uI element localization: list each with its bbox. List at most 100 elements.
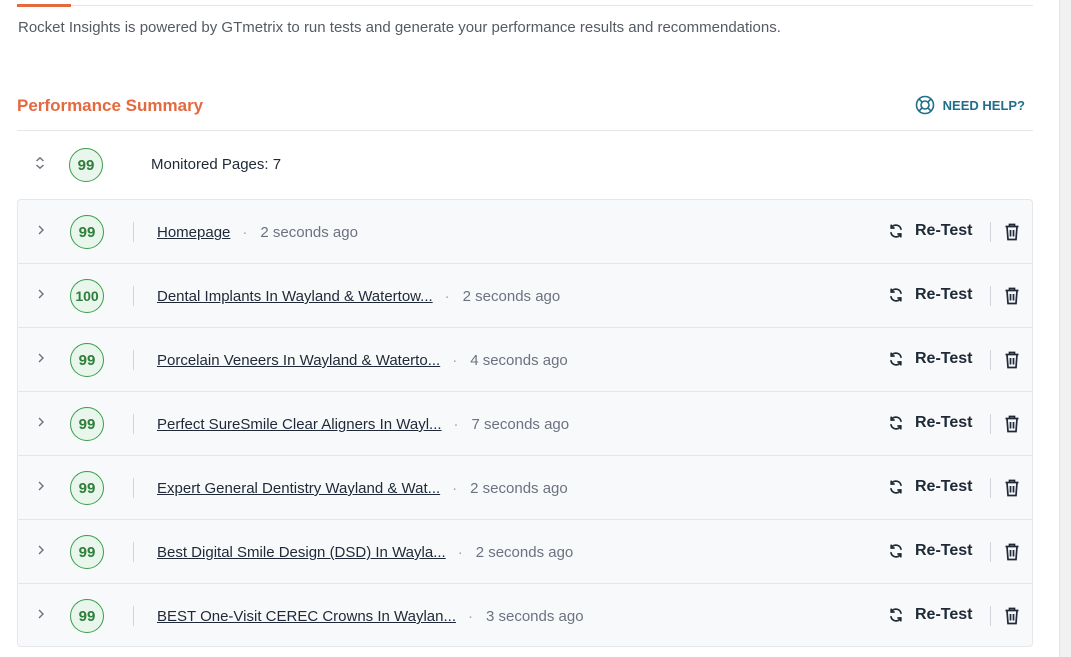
delete-button[interactable] — [1004, 415, 1020, 433]
chevron-right-icon — [36, 479, 46, 497]
lifebuoy-icon — [915, 95, 935, 115]
page-title-link[interactable]: Homepage — [157, 224, 230, 241]
action-divider — [990, 478, 991, 498]
collapse-toggle[interactable] — [32, 156, 48, 175]
active-tab-indicator — [17, 4, 71, 7]
refresh-icon — [888, 543, 904, 559]
overall-score-badge: 99 — [69, 148, 103, 182]
top-divider — [17, 5, 1033, 6]
row-divider — [133, 286, 134, 306]
row-divider — [133, 350, 134, 370]
refresh-icon — [888, 479, 904, 495]
expand-row-toggle[interactable] — [33, 288, 49, 304]
retest-label: Re-Test — [915, 286, 973, 303]
retest-button[interactable]: Re-Test — [888, 414, 973, 432]
chevron-right-icon — [36, 607, 46, 625]
summary-title: Performance Summary — [17, 96, 204, 115]
expand-row-toggle[interactable] — [33, 544, 49, 560]
row-divider — [133, 414, 134, 434]
retest-label: Re-Test — [915, 222, 973, 239]
trash-icon — [1004, 223, 1020, 241]
page-row: 99 Porcelain Veneers In Wayland & Watert… — [18, 328, 1032, 392]
page-score-badge: 100 — [70, 279, 104, 313]
delete-button[interactable] — [1004, 351, 1020, 369]
page-row: 99 Homepage · 2 seconds ago Re-Test — [18, 200, 1032, 264]
row-divider — [133, 542, 134, 562]
refresh-icon — [888, 223, 904, 239]
action-divider — [990, 286, 991, 306]
chevron-up-down-icon — [34, 156, 46, 175]
expand-row-toggle[interactable] — [33, 480, 49, 496]
separator-dot: · — [452, 352, 458, 369]
separator-dot: · — [444, 288, 450, 305]
page-score-badge: 99 — [70, 599, 104, 633]
monitored-summary-row: 99 Monitored Pages: 7 — [17, 131, 1033, 199]
page-title-link[interactable]: Expert General Dentistry Wayland & Wat..… — [157, 480, 440, 497]
trash-icon — [1004, 351, 1020, 369]
page-row: 99 BEST One-Visit CEREC Crowns In Waylan… — [18, 584, 1032, 646]
retest-button[interactable]: Re-Test — [888, 286, 973, 304]
separator-dot: · — [242, 224, 248, 241]
last-tested-time: 2 seconds ago — [475, 544, 574, 561]
need-help-link[interactable]: NEED HELP? — [915, 95, 1025, 115]
page-title-link[interactable]: Porcelain Veneers In Wayland & Waterto..… — [157, 352, 440, 369]
page-title-link[interactable]: Dental Implants In Wayland & Watertow... — [157, 288, 433, 305]
retest-label: Re-Test — [915, 478, 973, 495]
row-divider — [133, 606, 134, 626]
page-title-link[interactable]: BEST One-Visit CEREC Crowns In Waylan... — [157, 608, 456, 625]
retest-label: Re-Test — [915, 414, 973, 431]
last-tested-time: 2 seconds ago — [470, 480, 568, 497]
intro-text: Rocket Insights is powered by GTmetrix t… — [18, 19, 781, 36]
chevron-right-icon — [36, 287, 46, 305]
retest-button[interactable]: Re-Test — [888, 606, 973, 624]
separator-dot: · — [452, 480, 458, 497]
last-tested-time: 4 seconds ago — [470, 352, 568, 369]
delete-button[interactable] — [1004, 543, 1020, 561]
page-title-link[interactable]: Best Digital Smile Design (DSD) In Wayla… — [157, 544, 446, 561]
page-row: 99 Expert General Dentistry Wayland & Wa… — [18, 456, 1032, 520]
summary-header: Performance Summary NEED HELP? — [17, 85, 1033, 131]
chevron-right-icon — [36, 543, 46, 561]
retest-button[interactable]: Re-Test — [888, 542, 973, 560]
delete-button[interactable] — [1004, 223, 1020, 241]
trash-icon — [1004, 607, 1020, 625]
page-score-badge: 99 — [70, 471, 104, 505]
action-divider — [990, 222, 991, 242]
action-divider — [990, 542, 991, 562]
expand-row-toggle[interactable] — [33, 224, 49, 240]
page-title-link[interactable]: Perfect SureSmile Clear Aligners In Wayl… — [157, 416, 442, 433]
retest-button[interactable]: Re-Test — [888, 222, 973, 240]
expand-row-toggle[interactable] — [33, 352, 49, 368]
retest-label: Re-Test — [915, 606, 973, 623]
refresh-icon — [888, 351, 904, 367]
action-divider — [990, 606, 991, 626]
performance-page: Rocket Insights is powered by GTmetrix t… — [0, 0, 1071, 657]
chevron-right-icon — [36, 223, 46, 241]
delete-button[interactable] — [1004, 287, 1020, 305]
retest-button[interactable]: Re-Test — [888, 350, 973, 368]
retest-button[interactable]: Re-Test — [888, 478, 973, 496]
delete-button[interactable] — [1004, 479, 1020, 497]
expand-row-toggle[interactable] — [33, 416, 49, 432]
page-row: 99 Best Digital Smile Design (DSD) In Wa… — [18, 520, 1032, 584]
monitored-pages-count: Monitored Pages: 7 — [151, 156, 282, 173]
delete-button[interactable] — [1004, 607, 1020, 625]
row-divider — [133, 478, 134, 498]
action-divider — [990, 350, 991, 370]
page-score-badge: 99 — [70, 407, 104, 441]
trash-icon — [1004, 415, 1020, 433]
trash-icon — [1004, 479, 1020, 497]
separator-dot: · — [467, 608, 473, 625]
page-scrollbar[interactable] — [1059, 0, 1071, 657]
expand-row-toggle[interactable] — [33, 608, 49, 624]
monitored-pages-list: 99 Homepage · 2 seconds ago Re-Test 100 … — [17, 199, 1033, 647]
retest-label: Re-Test — [915, 350, 973, 367]
trash-icon — [1004, 287, 1020, 305]
refresh-icon — [888, 287, 904, 303]
page-score-badge: 99 — [70, 215, 104, 249]
page-row: 100 Dental Implants In Wayland & Waterto… — [18, 264, 1032, 328]
chevron-right-icon — [36, 351, 46, 369]
row-divider — [133, 222, 134, 242]
page-score-badge: 99 — [70, 535, 104, 569]
page-score-badge: 99 — [70, 343, 104, 377]
